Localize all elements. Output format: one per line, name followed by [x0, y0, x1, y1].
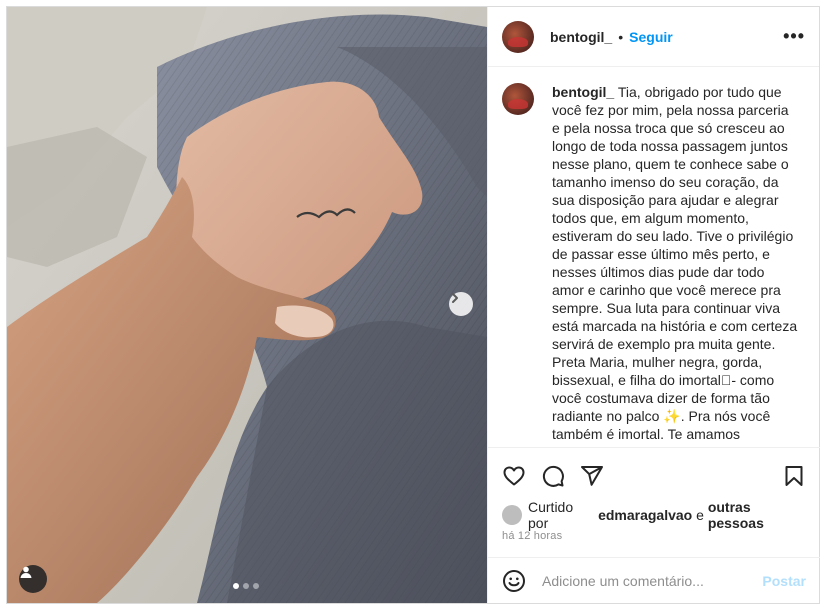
smiley-icon[interactable] [502, 569, 526, 593]
caption-username[interactable]: bentogil_ [552, 84, 614, 100]
likes-summary: Curtido por edmaragalvao e outras pessoa… [488, 499, 820, 531]
caption-section: bentogil_ Tia, obrigado por tudo que voc… [488, 67, 819, 447]
comment-icon[interactable] [541, 464, 565, 488]
liker-avatar[interactable] [502, 505, 522, 525]
paper-plane-icon[interactable] [580, 464, 604, 488]
carousel-dot [233, 583, 239, 589]
author-avatar[interactable] [502, 20, 534, 53]
comment-input[interactable] [542, 572, 752, 589]
photo-illustration [7, 7, 487, 603]
caption-avatar[interactable] [502, 83, 534, 115]
bookmark-icon[interactable] [782, 464, 806, 488]
heart-icon[interactable] [502, 464, 526, 488]
action-icons [488, 448, 820, 504]
sparkles-emoji: ✨ [663, 408, 681, 424]
author-username[interactable]: bentogil_ [550, 29, 612, 45]
more-options-button[interactable]: ••• [783, 26, 805, 47]
follow-button[interactable]: Seguir [629, 29, 673, 45]
liked-by-prefix: Curtido por [528, 499, 574, 531]
post-header: bentogil_ • Seguir ••• [488, 7, 819, 67]
liked-by-joiner: e [696, 507, 704, 523]
header-separator: • [618, 28, 624, 45]
carousel-indicator [233, 583, 259, 589]
carousel-dot [253, 583, 259, 589]
liked-by-others-link[interactable]: outras pessoas [708, 499, 806, 531]
next-slide-button[interactable] [449, 292, 473, 316]
user-tag-icon [20, 566, 32, 578]
carousel-dot [243, 583, 249, 589]
caption-text-part-1: Tia, obrigado por tudo que você fez por … [552, 84, 798, 424]
post-comment-button[interactable]: Postar [762, 573, 806, 589]
tagged-users-button[interactable] [19, 565, 47, 593]
liked-by-user[interactable]: edmaragalvao [598, 507, 692, 523]
post-dialog: bentogil_ • Seguir ••• bentogil_ Tia, ob… [6, 6, 820, 604]
caption: bentogil_ Tia, obrigado por tudo que voc… [552, 83, 798, 447]
post-actions: Curtido por edmaragalvao e outras pessoa… [488, 447, 820, 557]
chevron-right-icon [452, 293, 458, 303]
post-photo[interactable] [7, 7, 487, 603]
post-side-panel: bentogil_ • Seguir ••• bentogil_ Tia, ob… [487, 7, 820, 603]
comment-composer: Postar [488, 557, 820, 603]
